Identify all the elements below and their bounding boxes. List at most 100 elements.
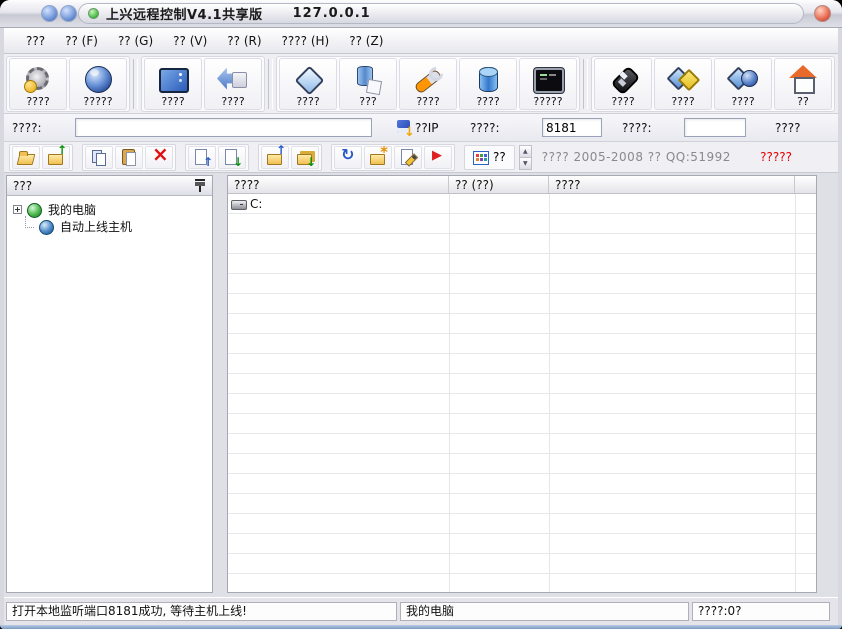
toolbar-button-label: ???? (476, 95, 499, 108)
expand-icon[interactable] (13, 205, 22, 214)
toolbar-group: ???? ????? (6, 56, 130, 112)
tree-item-my-computer[interactable]: 我的电脑 (9, 201, 210, 218)
tree-item-label: 自动上线主机 (60, 218, 132, 235)
column-header[interactable]: ?? (??) (449, 176, 549, 193)
spin-up-button[interactable] (520, 146, 531, 158)
spin-down-button[interactable] (520, 158, 531, 169)
copyright-text: ???? 2005-2008 ?? QQ:51992 (542, 150, 731, 164)
panel-splitter[interactable] (213, 175, 227, 593)
rename-button[interactable] (394, 146, 422, 169)
address-input[interactable] (75, 118, 372, 137)
delete-button[interactable] (145, 146, 173, 169)
folder-upload-button[interactable] (261, 146, 289, 169)
toolbar-button-process[interactable]: ??? (339, 58, 397, 110)
diamond-doc-icon (292, 65, 324, 95)
copy-button[interactable] (85, 146, 113, 169)
grid-icon (473, 150, 488, 165)
refresh-icon (339, 148, 357, 166)
toolbar-button-terminal[interactable]: ????? (519, 58, 577, 110)
toolbar-group: ???? ???? (141, 56, 265, 112)
toolbar-button-label: ???? (611, 95, 634, 108)
new-folder-button[interactable] (364, 146, 392, 169)
folder-up-blue-icon (266, 148, 284, 166)
database-icon (472, 65, 504, 95)
run-button[interactable] (424, 146, 452, 169)
toolbar-button-label: ???? (671, 95, 694, 108)
save-ip-icon[interactable] (397, 119, 414, 136)
toolbar-button-label: ???? (731, 95, 754, 108)
table-header-row: ???? ?? (??) ???? (228, 176, 816, 194)
toolbar-button-label: ???? (296, 95, 319, 108)
column-header[interactable]: ???? (228, 176, 449, 193)
close-button[interactable] (814, 5, 831, 22)
globe-icon (82, 65, 114, 95)
save-ip-label[interactable]: ??IP (415, 121, 439, 135)
file-toolbar-group (185, 144, 249, 171)
cell-name: C: (228, 196, 449, 212)
port-input[interactable] (542, 118, 602, 137)
toolbar-separator (268, 59, 273, 109)
file-upload-button[interactable] (188, 146, 216, 169)
status-count: ????:0? (692, 602, 830, 621)
address-label: ????: (12, 121, 42, 135)
menu-z[interactable]: ?? (Z) (339, 31, 393, 51)
diamond-star-icon (667, 65, 699, 95)
toolbar-button-network[interactable]: ????? (69, 58, 127, 110)
page-down-icon (223, 148, 241, 166)
app-window: 上兴远程控制V4.1共享版 127.0.0.1 ??? ?? (F) ?? (G… (0, 0, 842, 629)
file-download-button[interactable] (218, 146, 246, 169)
toolbar-button-label: ?? (797, 95, 809, 108)
menu-f[interactable]: ?? (F) (55, 31, 108, 51)
window-title: 上兴远程控制V4.1共享版 (106, 4, 263, 23)
toolbar-button-remote[interactable]: ???? (594, 58, 652, 110)
view-mode-button[interactable]: ?? (464, 145, 515, 170)
toolbar-button-web[interactable]: ???? (714, 58, 772, 110)
toolbar-button-screen[interactable]: ???? (144, 58, 202, 110)
folder-upload-green-button[interactable] (42, 146, 70, 169)
menu-g[interactable]: ?? (G) (108, 31, 163, 51)
toolbar-button-home[interactable]: ?? (774, 58, 832, 110)
monitor-icon (157, 65, 189, 95)
sidebar-header: ??? (7, 176, 212, 196)
toolbar-button-tools[interactable]: ???? (399, 58, 457, 110)
refresh-button[interactable] (334, 146, 362, 169)
menu-v[interactable]: ?? (V) (163, 31, 217, 51)
connection-bar: ????: ??IP ????: ????: ???? (4, 114, 838, 142)
main-area: ??? 我的电脑 自动上线主机 ???? (4, 173, 838, 597)
drive-icon (231, 196, 247, 212)
column-header[interactable]: ???? (549, 176, 795, 193)
file-toolbar-group (258, 144, 322, 171)
toolbar-button-send[interactable]: ???? (204, 58, 262, 110)
secondary-input[interactable] (684, 118, 746, 137)
toolbar-button-files[interactable]: ???? (279, 58, 337, 110)
file-toolbar-group (82, 144, 176, 171)
toolbar-group: ???? ???? ???? ?? (591, 56, 835, 112)
terminal-icon (532, 65, 564, 95)
run-icon (429, 148, 447, 166)
statusbar: 打开本地监听端口8181成功, 等待主机上线! 我的电脑 ????:0? (4, 597, 838, 625)
maximize-button[interactable] (60, 5, 77, 22)
window-bottom-edge (0, 625, 842, 629)
status-host: 我的电脑 (400, 602, 689, 621)
column-header[interactable] (795, 176, 816, 193)
folder-download-button[interactable] (291, 146, 319, 169)
toolbar-button-database[interactable]: ???? (459, 58, 517, 110)
menu-r[interactable]: ?? (R) (217, 31, 271, 51)
menu-h[interactable]: ???? (H) (272, 31, 340, 51)
toolbar-button-settings[interactable]: ???? (9, 58, 67, 110)
paste-button[interactable] (115, 146, 143, 169)
status-message: 打开本地监听端口8181成功, 等待主机上线! (6, 602, 397, 621)
cylinder-doc-icon (352, 65, 384, 95)
secondary-label: ????: (622, 121, 652, 135)
toolbar-button-plugin[interactable]: ???? (654, 58, 712, 110)
minimize-button[interactable] (41, 5, 58, 22)
toolbar-button-label: ???? (416, 95, 439, 108)
main-toolbar: ???? ????? ???? ???? (4, 54, 838, 114)
menu-main[interactable]: ??? (16, 31, 55, 51)
diamond-globe-icon (727, 65, 759, 95)
tree-item-auto-online-hosts[interactable]: 自动上线主机 (9, 218, 210, 235)
pin-icon[interactable] (194, 178, 206, 193)
open-button[interactable] (12, 146, 40, 169)
action-label[interactable]: ???? (775, 121, 800, 135)
table-row[interactable]: C: (228, 194, 816, 213)
